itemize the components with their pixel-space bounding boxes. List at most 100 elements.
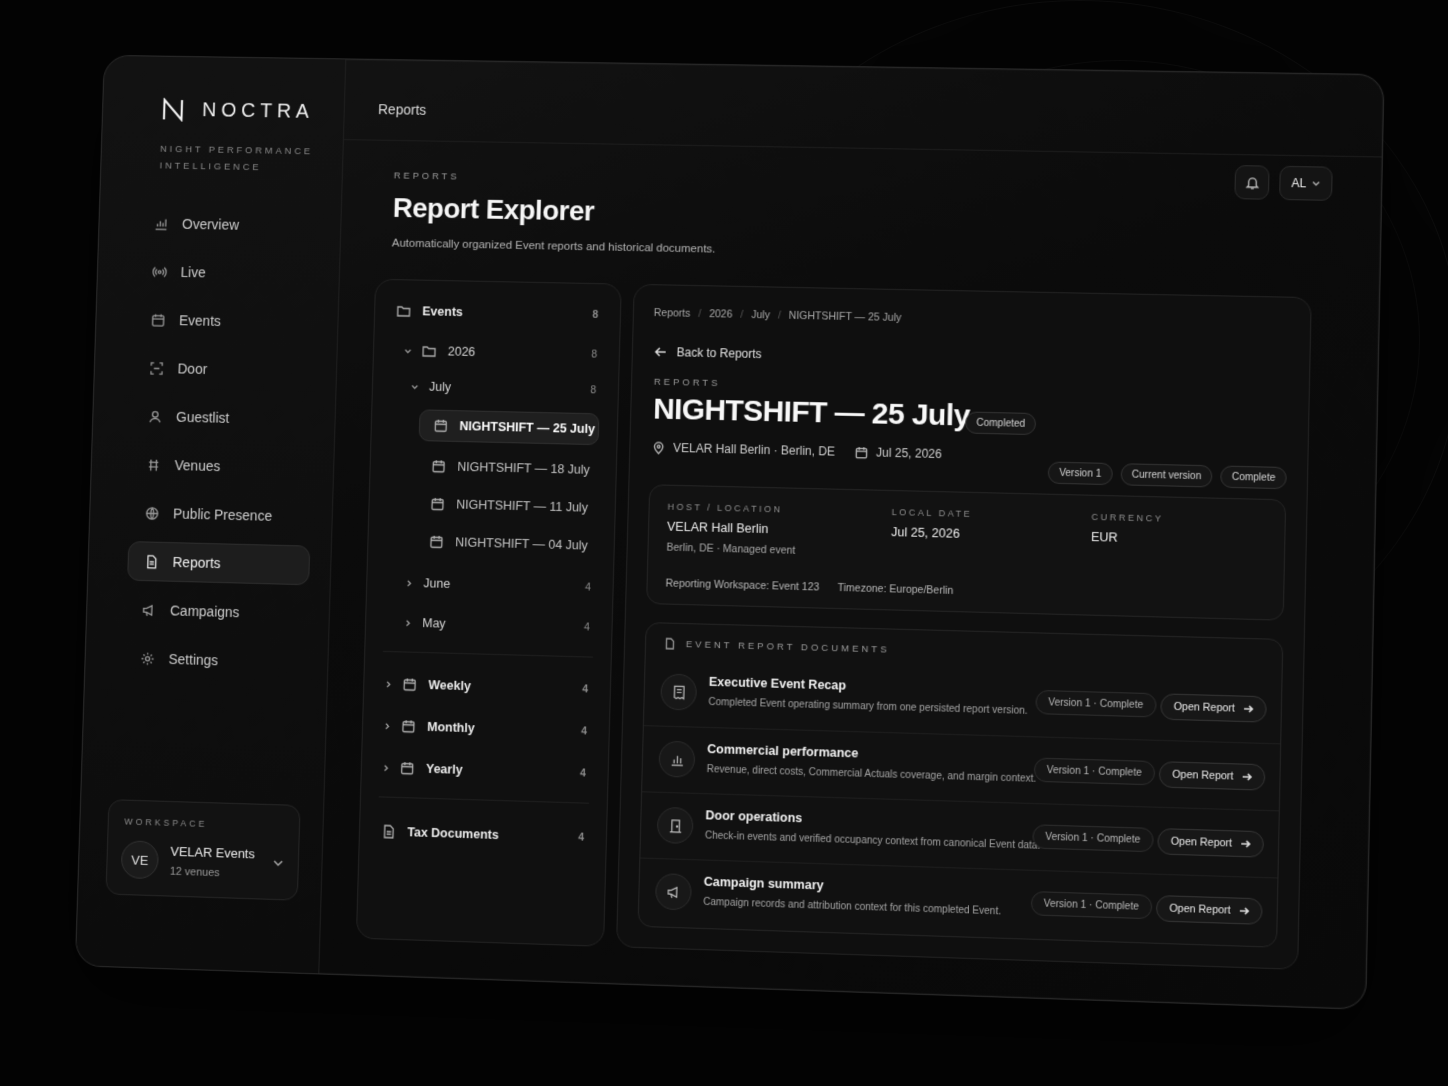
calendar-icon [429,535,443,549]
topbar-title: Reports [377,101,427,118]
tree-node-may[interactable]: May 4 [366,607,612,643]
host-location-label: Host / Location [667,501,783,515]
open-report-button[interactable]: Open Report [1157,828,1265,858]
calendar-icon [400,761,414,775]
sidebar-item-settings[interactable]: Settings [124,638,307,683]
tree-item-label: NIGHTSHIFT — 11 July [456,497,589,515]
tree-item-event[interactable]: NIGHTSHIFT — 11 July [369,488,615,524]
breadcrumb-item[interactable]: 2026 [709,308,733,320]
arrow-left-icon [655,346,667,358]
sidebar-item-label: Events [178,312,222,329]
document-icon [382,824,396,838]
sidebar-item-label: Door [177,360,208,377]
tree-node-2026[interactable]: 2026 8 [374,335,620,370]
event-report-documents: Event Report Documents Executive Event R… [637,622,1284,948]
local-date-value: Jul 25, 2026 [891,525,960,541]
tree-node-june[interactable]: June 4 [367,567,613,603]
chevron-right-icon [381,763,390,772]
brand: NOCTRA [161,98,314,124]
broadcast-icon [152,264,167,279]
topbar: Reports [343,59,1384,158]
open-report-button[interactable]: Open Report [1160,693,1267,723]
tree-node-weekly[interactable]: Weekly 4 [364,668,610,705]
calendar-icon [855,446,868,459]
sidebar-item-label: Venues [174,457,221,475]
document-icon [144,554,159,569]
current-version-badge: Current version [1120,463,1213,488]
open-report-button[interactable]: Open Report [1155,895,1263,925]
sidebar-item-public-presence[interactable]: Public Presence [129,493,312,537]
arrow-right-icon [1240,839,1250,849]
folder-icon [397,304,411,318]
document-version-badge: Version 1 · Complete [1034,689,1157,718]
documents-heading-label: Event Report Documents [685,638,890,656]
folder-icon [422,344,436,358]
back-to-reports-link[interactable]: Back to Reports [655,345,762,361]
door-icon [656,806,694,845]
sidebar-item-label: Live [180,264,206,281]
report-detail: Reports / 2026 / July / NIGHTSHIFT — 25 … [615,283,1312,970]
sidebar-item-reports[interactable]: Reports [127,541,311,586]
sidebar-item-overview[interactable]: Overview [138,203,321,246]
brand-tagline: Night Performance Intelligence [159,143,314,174]
breadcrumb-item[interactable]: July [751,309,770,321]
sidebar-item-venues[interactable]: Venues [130,444,313,488]
calendar-icon [151,312,166,327]
document-version-badge: Version 1 · Complete [1030,891,1153,920]
tree-node-label: Monthly [427,719,475,736]
document-icon [665,637,675,650]
document-title: Commercial performance [707,741,859,761]
page-subtitle: Automatically organized Event reports an… [391,237,716,256]
tree-item-label: NIGHTSHIFT — 25 July [459,419,596,437]
event-info-card: Host / Location VELAR Hall Berlin Berlin… [646,484,1287,621]
divider [378,796,589,804]
breadcrumb-item-current: NIGHTSHIFT — 25 July [788,309,902,325]
chevron-down-icon [1312,179,1320,187]
tree-node-label: 2026 [447,344,476,359]
chevron-right-icon [405,578,414,587]
sidebar-item-door[interactable]: Door [133,348,316,391]
arrow-right-icon [1239,906,1249,917]
document-description: Check-in events and verified occupancy c… [704,830,1041,852]
tree-node-count: 4 [580,725,588,738]
sidebar-item-label: Public Presence [172,505,273,524]
chevron-right-icon [383,721,392,730]
notifications-button[interactable] [1234,165,1270,200]
chevron-down-icon [410,382,419,391]
divider [382,650,593,658]
sidebar-item-events[interactable]: Events [135,300,318,343]
open-report-button[interactable]: Open Report [1158,761,1266,791]
workspace-switcher[interactable]: Workspace VE VELAR Events 12 venues [105,799,301,901]
tree-node-july[interactable]: July 8 [373,371,619,406]
tree-node-count: 4 [584,581,591,594]
tree-node-tax-documents[interactable]: Tax Documents 4 [360,816,607,854]
reporting-workspace: Reporting Workspace: Event 123 [665,577,820,594]
sidebar-item-campaigns[interactable]: Campaigns [126,589,309,633]
document-title: Door operations [705,808,803,826]
user-menu-button[interactable]: AL [1279,165,1333,201]
calendar-icon [432,459,446,473]
globe-icon [145,505,160,520]
open-report-label: Open Report [1169,902,1231,917]
tree-item-event[interactable]: NIGHTSHIFT — 04 July [368,525,614,561]
tree-node-yearly[interactable]: Yearly 4 [361,752,608,789]
document-version-badge: Version 1 · Complete [1031,824,1154,853]
tree-node-events[interactable]: Events 8 [375,296,621,331]
tree-node-monthly[interactable]: Monthly 4 [363,710,610,747]
breadcrumb-item[interactable]: Reports [654,307,691,320]
tree-item-event[interactable]: NIGHTSHIFT — 18 July [370,450,616,486]
breadcrumb-separator: / [698,307,702,320]
tree-item-event-selected[interactable]: NIGHTSHIFT — 25 July [418,409,600,446]
scan-icon [149,360,164,375]
report-meta: VELAR Hall Berlin · Berlin, DE Jul 25, 2… [652,440,942,461]
megaphone-icon [654,873,692,911]
sidebar-item-guestlist[interactable]: Guestlist [132,396,315,440]
tree-node-count: 4 [579,767,586,780]
host-location-value: VELAR Hall Berlin [666,519,769,537]
document-description: Campaign records and attribution context… [703,896,1002,918]
chevron-right-icon [384,679,393,688]
sidebar-item-live[interactable]: Live [136,251,319,294]
report-date: Jul 25, 2026 [875,445,942,462]
tree-node-count: 8 [591,348,598,361]
noctra-logo-icon [161,98,185,122]
